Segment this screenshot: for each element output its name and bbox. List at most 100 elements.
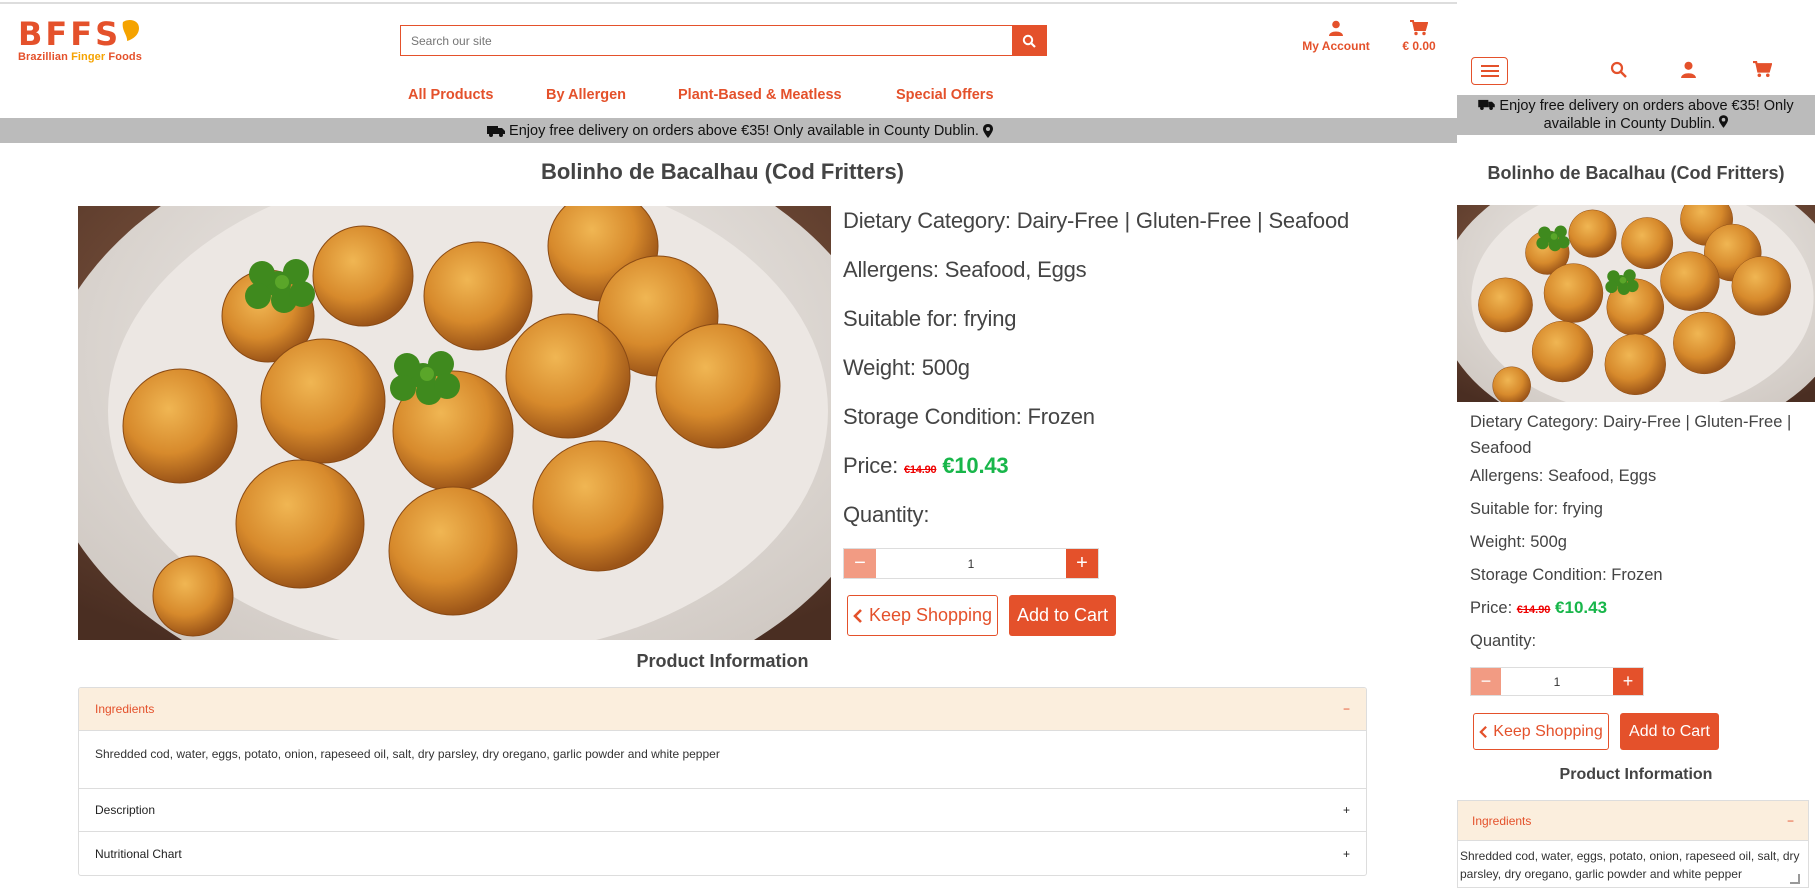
accordion-ingredients-title: Ingredients [1472, 813, 1532, 828]
weight: Weight: 500g [1470, 533, 1567, 551]
logo-pepper-icon [122, 20, 140, 41]
allergens: Allergens: Seafood, Eggs [1470, 467, 1657, 485]
weight: Weight: 500g [843, 355, 970, 380]
expand-icon: + [1342, 846, 1350, 861]
storage-condition: Storage Condition: Frozen [843, 404, 1095, 429]
nav-plant-based[interactable]: Plant-Based & Meatless [678, 87, 842, 103]
quantity-label: Quantity: [1470, 632, 1537, 650]
nav-by-allergen[interactable]: By Allergen [546, 87, 626, 103]
product-details: Dietary Category: Dairy-Free | Gluten-Fr… [843, 206, 1349, 549]
logo-text: BFFS [18, 15, 122, 53]
accordion-ingredients-header[interactable]: Ingredients − [1458, 801, 1808, 841]
my-account-link[interactable]: My Account [1296, 20, 1376, 53]
accordion-nutrition-header[interactable]: Nutritional Chart + [79, 832, 1366, 875]
search-bar [400, 25, 1047, 56]
quantity-input[interactable]: 1 [876, 549, 1066, 578]
delivery-banner: Enjoy free delivery on orders above €35!… [0, 118, 1480, 143]
collapse-icon: − [1342, 702, 1350, 716]
menu-button[interactable] [1471, 57, 1508, 85]
logo-tagline: Brazillian Finger Foods [18, 51, 142, 63]
add-to-cart-button[interactable]: Add to Cart [1620, 713, 1719, 750]
account-label: My Account [1302, 39, 1370, 53]
mobile-delivery-banner: Enjoy free delivery on orders above €35!… [1457, 95, 1815, 135]
menu-icon-bar [1480, 75, 1499, 77]
search-icon [1022, 34, 1036, 48]
price-label: Price: [843, 453, 899, 478]
map-pin-icon [982, 123, 993, 138]
chevron-left-icon [853, 608, 862, 623]
mobile-product-information-heading: Product Information [1559, 766, 1713, 783]
accordion-ingredients-title: Ingredients [95, 702, 155, 716]
accordion-ingredients-body: Shredded cod, water, eggs, potato, onion… [79, 731, 1366, 789]
accordion-ingredients-body: Shredded cod, water, eggs, potato, onion… [1460, 849, 1800, 881]
menu-icon-bar [1480, 70, 1499, 72]
truck-icon [487, 125, 506, 137]
dietary-category: Dietary Category: Dairy-Free | Gluten-Fr… [1470, 413, 1792, 457]
quantity-decrease-button[interactable]: − [844, 549, 876, 578]
quantity-decrease-button[interactable]: − [1471, 668, 1501, 695]
quantity-increase-button[interactable]: + [1066, 549, 1098, 578]
menu-icon [1480, 65, 1499, 67]
product-info-accordion: Ingredients − Shredded cod, water, eggs,… [78, 687, 1367, 876]
cart-total: € 0.00 [1402, 39, 1436, 53]
expand-icon: + [1342, 803, 1350, 817]
quantity-stepper: − 1 + [843, 548, 1099, 579]
suitable-for: Suitable for: frying [843, 306, 1017, 331]
mobile-product-details: Dietary Category: Dairy-Free | Gluten-Fr… [1470, 409, 1800, 663]
sale-price: €10.43 [942, 453, 1009, 478]
accordion-description-title: Description [95, 803, 156, 817]
keep-shopping-label: Keep Shopping [868, 605, 993, 625]
logo-letters: BFFS [18, 18, 142, 50]
product-information-heading: Product Information [636, 651, 809, 671]
collapse-icon: − [1786, 813, 1794, 828]
search-icon[interactable] [1610, 61, 1627, 78]
cart-icon[interactable] [1753, 61, 1772, 78]
cart-link[interactable]: € 0.00 [1394, 20, 1444, 53]
mobile-product-title: Bolinho de Bacalhau (Cod Fritters) [1487, 163, 1785, 183]
mobile-view: Enjoy free delivery on orders above €35!… [1457, 0, 1815, 888]
mobile-quantity-stepper: − 1 + [1470, 667, 1644, 696]
keep-shopping-button[interactable]: Keep Shopping [1473, 713, 1609, 750]
banner-text-line2: available in County Dublin. [1543, 116, 1716, 132]
quantity-input[interactable]: 1 [1501, 668, 1613, 695]
old-price: €14.90 [1516, 604, 1551, 616]
mobile-product-image [1457, 205, 1815, 402]
price-row: Price: €14.90 €10.43 [843, 451, 1349, 500]
user-icon [1329, 20, 1343, 36]
keep-shopping-label: Keep Shopping [1493, 722, 1603, 740]
desktop-view: BFFS Brazillian Finger Foods My Account … [0, 0, 1480, 888]
old-price: €14.90 [903, 464, 937, 476]
price-row: Price: €14.90 €10.43 [1470, 598, 1608, 617]
accordion-description-header[interactable]: Description + [79, 789, 1366, 832]
top-divider [0, 0, 1480, 4]
mobile-info-accordion: Ingredients − Shredded cod, water, eggs,… [1457, 800, 1809, 888]
product-title: Bolinho de Bacalhau (Cod Fritters) [540, 159, 905, 184]
search-button[interactable] [1012, 26, 1046, 55]
brand-logo[interactable]: BFFS Brazillian Finger Foods [18, 18, 142, 63]
chevron-left-icon [1479, 725, 1488, 738]
mobile-header [1457, 0, 1815, 95]
banner-text-line1: Enjoy free delivery on orders above €35!… [1499, 98, 1794, 114]
sale-price: €10.43 [1555, 598, 1608, 617]
suitable-for: Suitable for: frying [1470, 500, 1603, 518]
map-pin-icon [1719, 115, 1729, 128]
cod-fritters-photo [78, 206, 831, 640]
keep-shopping-button[interactable]: Keep Shopping [847, 595, 998, 636]
add-to-cart-button[interactable]: Add to Cart [1009, 595, 1116, 636]
quantity-label: Quantity: [843, 502, 930, 527]
allergens: Allergens: Seafood, Eggs [843, 257, 1087, 282]
user-icon[interactable] [1681, 61, 1696, 78]
resize-grip-icon[interactable] [1790, 874, 1800, 884]
banner-text: Enjoy free delivery on orders above €35!… [509, 122, 979, 139]
truck-icon [1478, 99, 1496, 110]
cod-fritters-photo [1457, 205, 1815, 402]
nav-special-offers[interactable]: Special Offers [896, 87, 994, 103]
accordion-nutrition-title: Nutritional Chart [95, 846, 182, 861]
nav-all-products[interactable]: All Products [408, 87, 493, 103]
dietary-category: Dietary Category: Dairy-Free | Gluten-Fr… [843, 208, 1350, 233]
quantity-increase-button[interactable]: + [1613, 668, 1643, 695]
accordion-ingredients-header[interactable]: Ingredients − [79, 688, 1366, 731]
cart-icon [1410, 20, 1429, 36]
search-input[interactable] [401, 26, 1012, 55]
storage-condition: Storage Condition: Frozen [1470, 566, 1663, 584]
